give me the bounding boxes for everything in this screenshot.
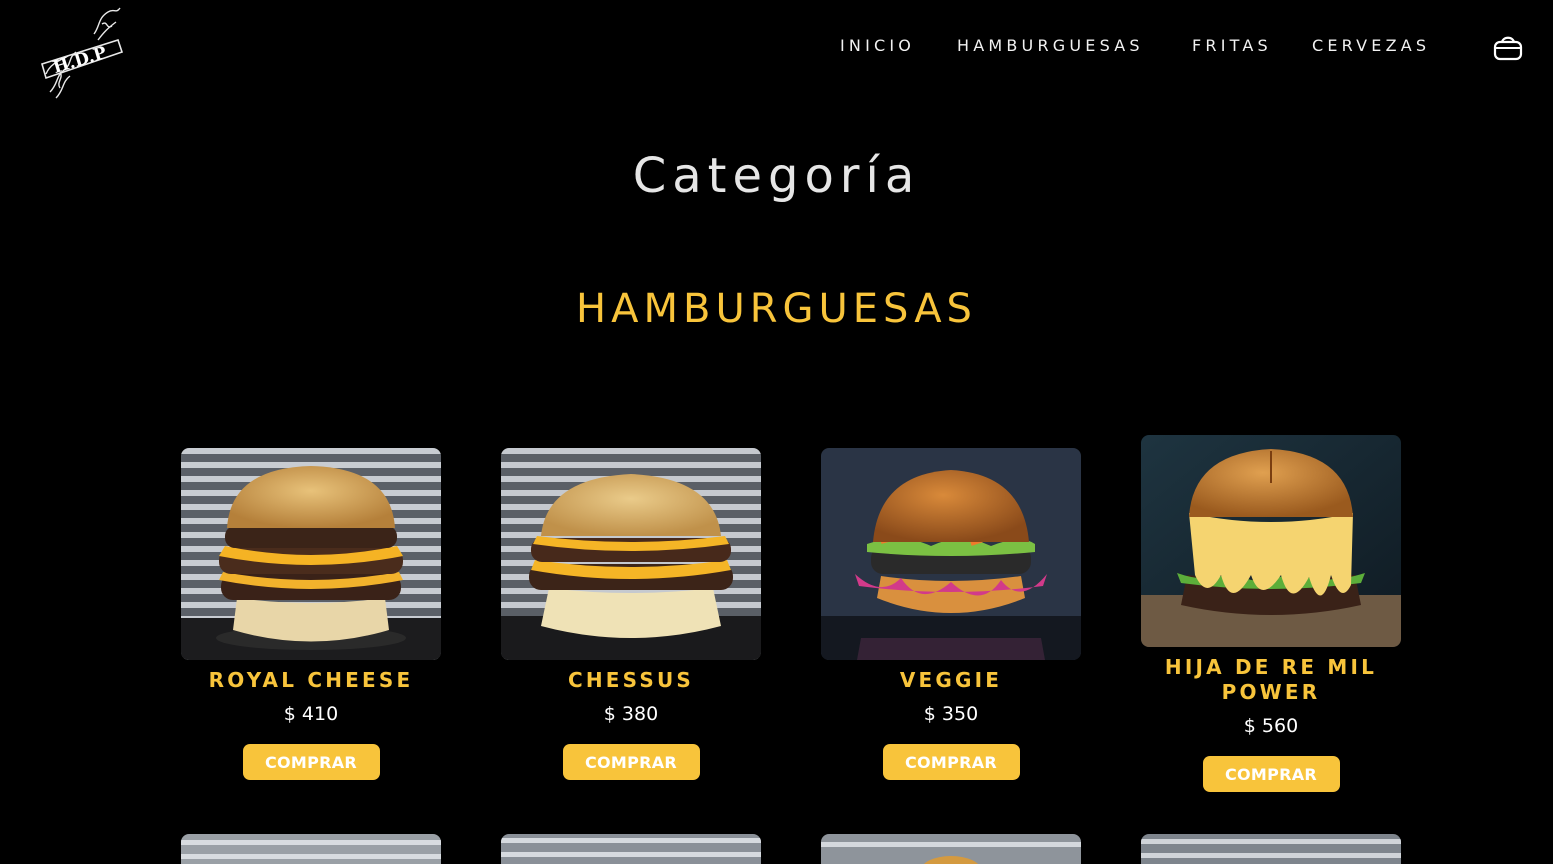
product-name: ROYAL CHEESE [208, 668, 414, 692]
page-title: Categoría [632, 148, 921, 204]
section-title: HAMBURGUESAS [576, 286, 977, 332]
product-name: HIJA DE RE MIL POWER [1164, 655, 1378, 704]
buy-button[interactable]: COMPRAR [882, 744, 1020, 780]
product-price: $ 410 [283, 703, 339, 725]
page: H.D.P INICIO HAMBURGUESAS FRITAS CERVEZA… [0, 0, 1553, 864]
product-price: $ 350 [923, 703, 979, 725]
product-card: CHESSUS $ 380 COMPRAR [501, 448, 761, 780]
nav-link-hamburguesas[interactable]: HAMBURGUESAS [957, 36, 1144, 55]
next-row-product-image[interactable] [1141, 834, 1401, 864]
burger-photo-veggie[interactable] [821, 448, 1081, 660]
product-name: VEGGIE [899, 668, 1003, 692]
next-row-product-image[interactable] [821, 834, 1081, 864]
product-price: $ 560 [1243, 715, 1299, 737]
shopping-basket-icon[interactable] [1492, 30, 1524, 62]
nav-link-cervezas[interactable]: CERVEZAS [1312, 36, 1430, 55]
buy-button[interactable]: COMPRAR [562, 744, 700, 780]
buy-button[interactable]: COMPRAR [242, 744, 380, 780]
next-row-product-image[interactable] [181, 834, 441, 864]
burger-photo-royal-cheese[interactable] [181, 448, 441, 660]
buy-button[interactable]: COMPRAR [1202, 756, 1340, 792]
product-card: HIJA DE RE MIL POWER $ 560 COMPRAR [1141, 435, 1401, 792]
product-price: $ 380 [603, 703, 659, 725]
main-nav: INICIO HAMBURGUESAS FRITAS CERVEZAS [0, 36, 1553, 58]
burger-photo-chessus[interactable] [501, 448, 761, 660]
product-card: ROYAL CHEESE $ 410 COMPRAR [181, 448, 441, 780]
product-card: VEGGIE $ 350 COMPRAR [821, 448, 1081, 780]
next-row-product-image[interactable] [501, 834, 761, 864]
nav-link-fritas[interactable]: FRITAS [1192, 36, 1272, 55]
nav-link-inicio[interactable]: INICIO [840, 36, 915, 55]
burger-photo-hija-de-re-mil-power[interactable] [1141, 435, 1401, 647]
product-name: CHESSUS [567, 668, 695, 692]
